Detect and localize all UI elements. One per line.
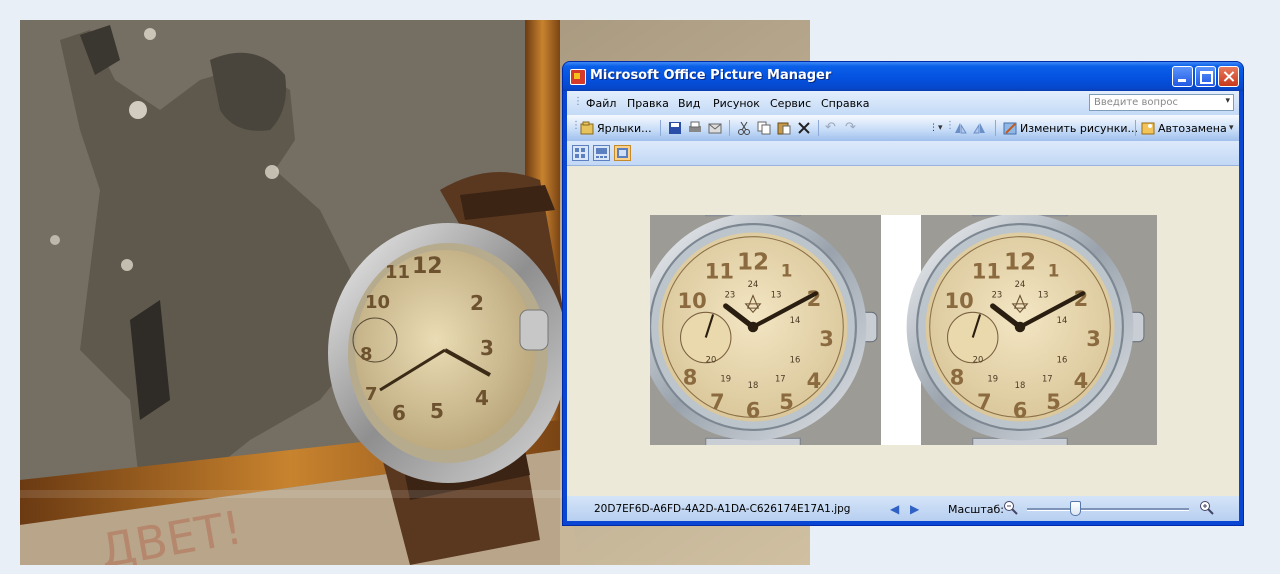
- print-button[interactable]: [688, 118, 702, 138]
- menu-file[interactable]: Файл: [586, 97, 616, 110]
- svg-text:4: 4: [475, 386, 489, 410]
- svg-text:11: 11: [385, 262, 410, 283]
- zoom-slider-track[interactable]: [1027, 508, 1189, 511]
- window-title: Microsoft Office Picture Manager: [590, 68, 832, 83]
- minimize-button[interactable]: [1172, 66, 1193, 87]
- paste-button[interactable]: [777, 118, 791, 138]
- standard-toolbar: ⋮ Ярлыки... ↶ ↷ ⋮▾ ⋮ Изменить рисунки...…: [567, 115, 1239, 142]
- copy-button[interactable]: [757, 118, 771, 138]
- svg-text:7: 7: [365, 384, 378, 405]
- file-name: 20D7EF6D-A6FD-4A2D-A1DA-C626174E17A1.jpg: [594, 503, 851, 515]
- single-picture-view-button[interactable]: [614, 145, 631, 161]
- svg-text:12: 12: [412, 254, 443, 279]
- menu-help[interactable]: Справка: [821, 97, 869, 110]
- print-icon: [688, 121, 702, 135]
- undo-button[interactable]: ↶: [825, 118, 839, 138]
- menu-bar: ⋮ Файл Правка Вид Рисунок Сервис Справка…: [567, 91, 1239, 115]
- view-toolbar: [567, 141, 1239, 166]
- menu-edit[interactable]: Правка: [627, 97, 669, 110]
- zoom-in-icon[interactable]: [1199, 500, 1215, 519]
- zoom-slider-thumb[interactable]: [1070, 501, 1082, 516]
- edit-pictures-button[interactable]: Изменить рисунки...: [1003, 118, 1138, 138]
- edit-pictures-icon: [1003, 121, 1017, 135]
- picture-manager-window: Microsoft Office Picture Manager ⋮ Файл …: [563, 62, 1243, 525]
- menu-grip: ⋮: [573, 96, 583, 107]
- filmstrip-view-button[interactable]: [593, 145, 610, 161]
- rotate-left-button[interactable]: [953, 118, 967, 138]
- single-picture-view-icon: [617, 148, 628, 158]
- next-arrow-icon[interactable]: ▶: [910, 502, 919, 516]
- autocorrect-button[interactable]: Автозамена: [1141, 118, 1227, 138]
- picture-manager-icon: [570, 69, 586, 85]
- thumbnail-view-icon: [575, 148, 585, 158]
- svg-text:6: 6: [392, 401, 406, 425]
- maximize-button[interactable]: [1195, 66, 1216, 87]
- autocorrect-icon: [1141, 121, 1155, 135]
- toolbar-overflow-button[interactable]: ⋮▾: [929, 118, 943, 138]
- zoom-label: Масштаб:: [948, 503, 1004, 516]
- svg-text:10: 10: [365, 292, 390, 313]
- rotate-right-icon: [973, 121, 987, 135]
- scissors-icon: [737, 121, 751, 135]
- rotate-right-button[interactable]: [973, 118, 987, 138]
- rotate-left-icon: [953, 121, 967, 135]
- cut-button[interactable]: [737, 118, 751, 138]
- delete-button[interactable]: [797, 118, 811, 138]
- svg-text:2: 2: [470, 291, 484, 315]
- menu-view[interactable]: Вид: [678, 97, 700, 110]
- delete-icon: [797, 121, 811, 135]
- paste-icon: [777, 121, 791, 135]
- chevron-down-icon-2: ▾: [1229, 123, 1234, 133]
- help-search-input[interactable]: Введите вопрос: [1089, 94, 1234, 111]
- mail-icon: [708, 121, 722, 135]
- title-bar[interactable]: Microsoft Office Picture Manager: [563, 62, 1243, 91]
- toolbar-options-button[interactable]: ▾: [1229, 118, 1234, 138]
- save-button[interactable]: [668, 118, 682, 138]
- redo-button[interactable]: ↷: [845, 118, 859, 138]
- shortcuts-icon: [580, 121, 594, 135]
- thumbnail-view-button[interactable]: [572, 145, 589, 161]
- copy-icon: [757, 121, 771, 135]
- previous-arrow-icon[interactable]: ◀: [890, 502, 899, 516]
- picture-preview: 12 2 3 4 5 6 7 8 10 11 1: [650, 215, 1157, 445]
- redo-icon: ↷: [845, 120, 856, 135]
- close-button[interactable]: [1218, 66, 1239, 87]
- chevron-down-icon: ⋮▾: [929, 123, 943, 133]
- zoom-out-icon[interactable]: [1003, 500, 1019, 519]
- filmstrip-view-icon: [596, 148, 607, 158]
- edit-pictures-label: Изменить рисунки...: [1020, 121, 1139, 135]
- save-icon: [668, 121, 682, 135]
- picture-preview-area: 12 2 3 4 5 6 7 8 10 11 1: [567, 166, 1239, 496]
- undo-icon: ↶: [825, 120, 836, 135]
- svg-text:3: 3: [480, 336, 494, 360]
- autocorrect-label: Автозамена: [1158, 121, 1227, 135]
- menu-picture[interactable]: Рисунок: [713, 97, 760, 110]
- send-button[interactable]: [708, 118, 722, 138]
- status-bar: 20D7EF6D-A6FD-4A2D-A1DA-C626174E17A1.jpg…: [567, 496, 1239, 521]
- svg-text:8: 8: [360, 344, 373, 365]
- menu-tools[interactable]: Сервис: [770, 97, 811, 110]
- svg-text:5: 5: [430, 399, 444, 423]
- shortcuts-label: Ярлыки...: [597, 121, 652, 135]
- window-client-area: ⋮ Файл Правка Вид Рисунок Сервис Справка…: [567, 91, 1239, 521]
- shortcuts-button[interactable]: Ярлыки...: [580, 118, 652, 138]
